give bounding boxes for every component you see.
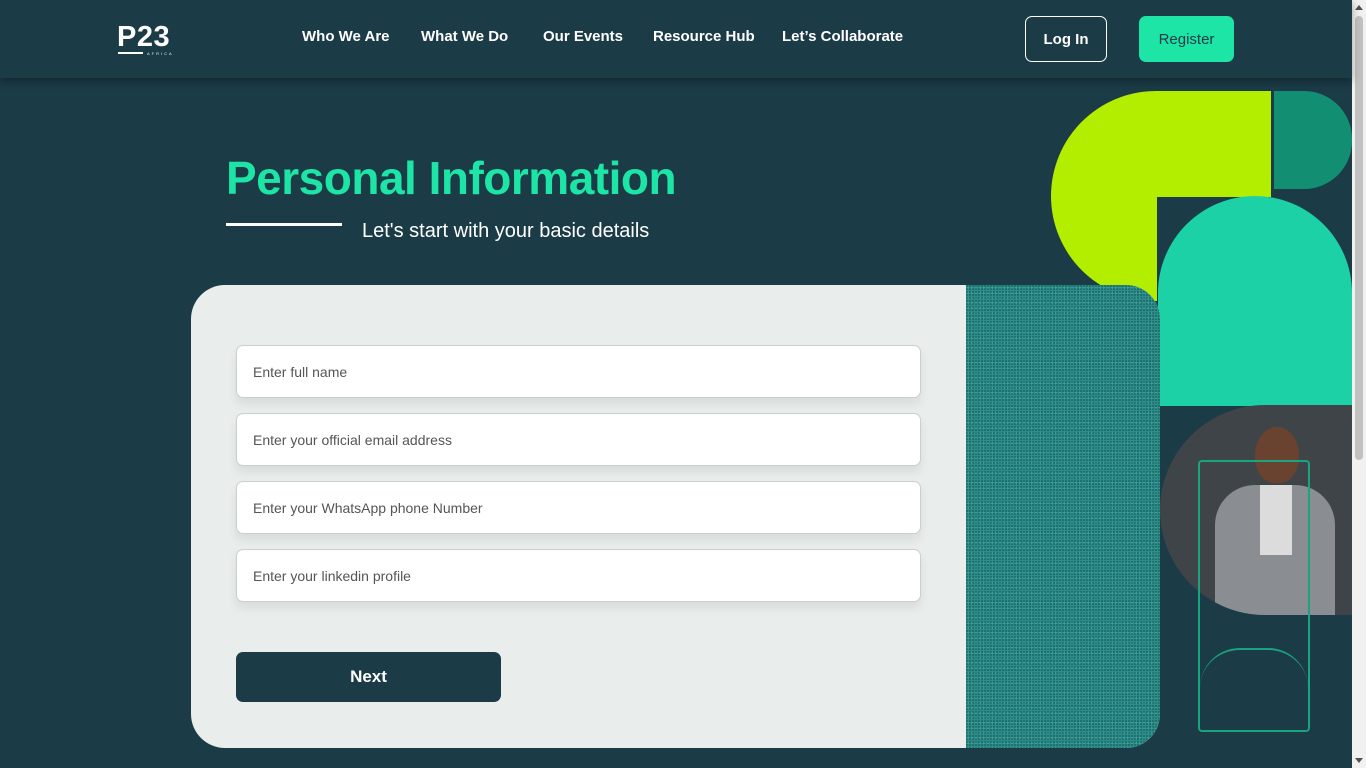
title-underline: [226, 223, 342, 226]
decorative-teal-shape: [1158, 196, 1352, 406]
nav-who-we-are[interactable]: Who We Are: [302, 28, 390, 45]
next-button[interactable]: Next: [236, 652, 501, 702]
personal-info-form-card: Next: [191, 285, 1160, 748]
vertical-scrollbar[interactable]: [1352, 0, 1366, 768]
linkedin-profile-input[interactable]: [236, 549, 921, 602]
scrollbar-thumb[interactable]: [1355, 16, 1363, 460]
page-subtitle: Let's start with your basic details: [362, 220, 650, 242]
scroll-down-arrow-icon[interactable]: [1355, 758, 1363, 763]
login-button[interactable]: Log In: [1025, 16, 1107, 62]
whatsapp-phone-input[interactable]: [236, 481, 921, 534]
nav-what-we-do[interactable]: What We Do: [421, 28, 508, 45]
full-name-input[interactable]: [236, 345, 921, 398]
email-input[interactable]: [236, 413, 921, 466]
register-button[interactable]: Register: [1139, 16, 1234, 62]
page-title: Personal Information: [226, 152, 677, 204]
nav-resource-hub[interactable]: Resource Hub: [653, 28, 755, 45]
p23-logo[interactable]: P23 AFRICA: [117, 22, 183, 58]
decorative-green-shape: [1274, 91, 1352, 189]
nav-our-events[interactable]: Our Events: [543, 28, 623, 45]
outline-letter-shape: [1200, 648, 1308, 730]
logo-subtext: AFRICA: [147, 51, 174, 56]
decorative-outline-letters: [1198, 460, 1310, 732]
nav-lets-collaborate[interactable]: Let’s Collaborate: [782, 28, 903, 45]
scroll-up-arrow-icon[interactable]: [1355, 5, 1363, 10]
logo-underline: [118, 52, 143, 54]
site-header: P23 AFRICA Who We Are What We Do Our Eve…: [0, 0, 1352, 78]
decorative-texture-panel: [966, 285, 1160, 748]
logo-text: P23: [117, 21, 171, 53]
